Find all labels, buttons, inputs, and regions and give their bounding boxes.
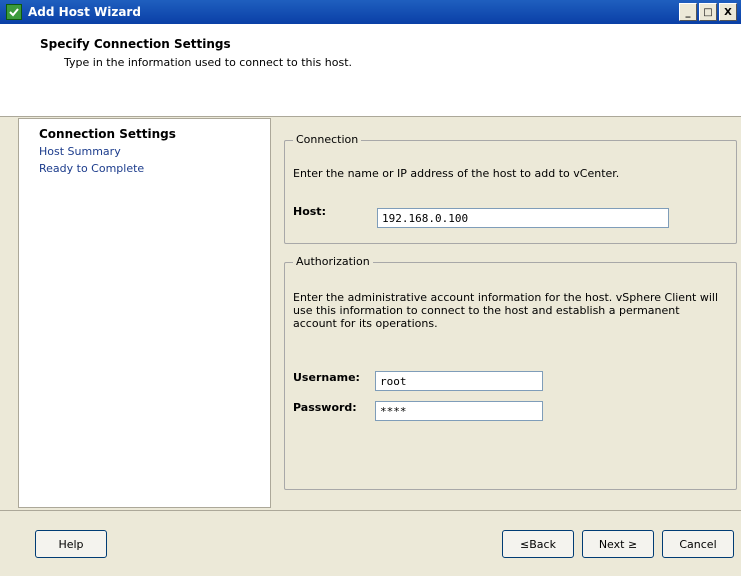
connection-group-title: Connection <box>293 133 362 146</box>
step-ready-to-complete[interactable]: Ready to Complete <box>39 162 144 175</box>
username-input[interactable]: root <box>375 371 543 391</box>
wizard-app-icon <box>6 4 22 20</box>
host-label: Host: <box>293 205 326 218</box>
host-input[interactable]: 192.168.0.100 <box>377 208 669 228</box>
next-button[interactable]: Next ≥ <box>582 530 654 558</box>
authorization-description-line-3: account for its operations. <box>293 317 438 330</box>
step-connection-settings[interactable]: Connection Settings <box>39 127 176 141</box>
footer-divider <box>0 510 741 511</box>
title-bar: Add Host Wizard _ □ X <box>0 0 741 24</box>
help-button[interactable]: Help <box>35 530 107 558</box>
close-button[interactable]: X <box>719 3 737 21</box>
wizard-steps-pane: Connection Settings Host Summary Ready t… <box>18 118 271 508</box>
connection-group: Connection Enter the name or IP address … <box>284 133 737 244</box>
cancel-button[interactable]: Cancel <box>662 530 734 558</box>
username-label: Username: <box>293 371 360 384</box>
minimize-button[interactable]: _ <box>679 3 697 21</box>
wizard-header: Specify Connection Settings Type in the … <box>0 24 741 117</box>
page-title: Specify Connection Settings <box>40 37 231 51</box>
page-subtitle: Type in the information used to connect … <box>64 56 353 69</box>
maximize-button[interactable]: □ <box>699 3 717 21</box>
authorization-group-title: Authorization <box>293 255 373 268</box>
window-title: Add Host Wizard <box>28 5 141 19</box>
step-host-summary[interactable]: Host Summary <box>39 145 121 158</box>
password-label: Password: <box>293 401 357 414</box>
authorization-description-line-2: use this information to connect to the h… <box>293 304 680 317</box>
authorization-description-line-1: Enter the administrative account informa… <box>293 291 719 304</box>
password-input[interactable]: **** <box>375 401 543 421</box>
authorization-group: Authorization Enter the administrative a… <box>284 255 737 490</box>
connection-description: Enter the name or IP address of the host… <box>293 167 620 180</box>
back-button[interactable]: ≤Back <box>502 530 574 558</box>
